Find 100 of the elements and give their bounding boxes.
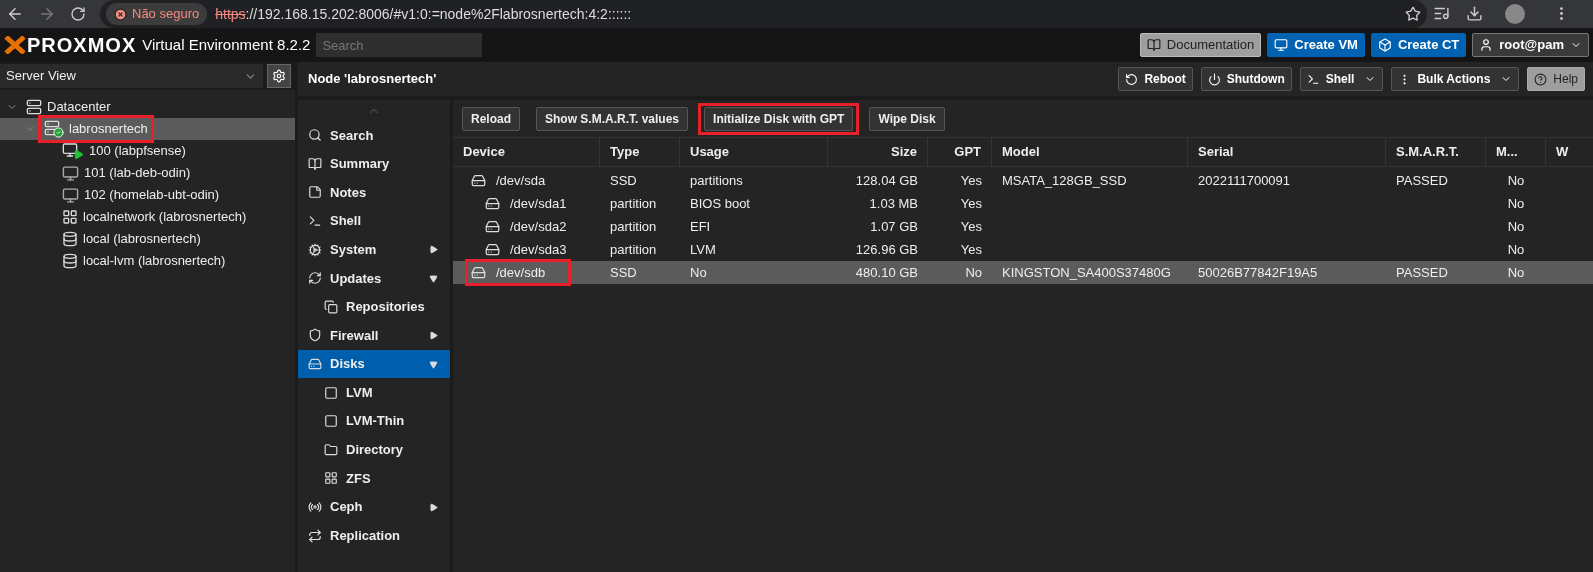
column-header[interactable]: M... [1486, 138, 1546, 166]
header-button[interactable]: Create CT [1370, 33, 1467, 57]
reload-icon[interactable] [70, 6, 86, 22]
table-cell: partition [610, 195, 657, 211]
nav-item[interactable]: LVM-Thin [298, 406, 450, 436]
toolbar-button[interactable]: Reload [462, 106, 520, 131]
tree-item[interactable]: Datacenter [0, 96, 295, 118]
nav-item[interactable]: ZFS [298, 464, 450, 493]
column-header[interactable]: W [1546, 138, 1593, 166]
nav-label: ZFS [346, 469, 371, 488]
header-button[interactable]: Documentation [1139, 33, 1262, 57]
search-field[interactable]: Search [316, 33, 483, 57]
table-row[interactable]: /dev/sda1 partition BIOS boot 1.03 MB Yes No [453, 192, 1593, 215]
monitor-icon [1274, 38, 1289, 52]
column-header[interactable]: GPT [928, 138, 992, 166]
avatar-icon[interactable] [1505, 4, 1525, 24]
view-selector[interactable]: Server View [0, 64, 263, 88]
header-button[interactable]: Create VM [1267, 33, 1365, 57]
nav-item[interactable]: LVM [298, 378, 450, 407]
nav-item[interactable]: Ceph [298, 492, 450, 522]
nav-item[interactable]: Directory [298, 435, 450, 465]
column-header[interactable]: Serial [1188, 138, 1386, 166]
tree-item[interactable]: local-lvm (labrosnertech) [0, 250, 295, 272]
nav-item[interactable]: System [298, 235, 450, 264]
nav-item[interactable]: Search [298, 121, 450, 150]
action-button[interactable]: Help [1527, 67, 1585, 91]
table-cell: No [965, 264, 982, 280]
nav-item[interactable]: Updates [298, 263, 450, 293]
nav-label: Directory [346, 441, 404, 460]
nav-item[interactable]: Shell [298, 206, 450, 236]
column-header[interactable]: Type [600, 138, 680, 166]
tree-label: Datacenter [47, 98, 111, 117]
table-cell: 1.07 GB [870, 218, 918, 234]
table-row[interactable]: /dev/sda2 partition EFI 1.07 GB Yes No [453, 215, 1593, 238]
database-icon [62, 231, 78, 247]
back-icon[interactable] [6, 5, 24, 23]
caret-icon[interactable] [429, 502, 438, 512]
tree-item[interactable]: 102 (homelab-ubt-odin) [0, 184, 295, 206]
nav-label: Shell [330, 212, 362, 231]
nav-item[interactable]: Repositories [298, 292, 450, 322]
table-row[interactable]: /dev/sdb SSD No 480.10 GB No KINGSTON_SA400S37480G 50026B77842F19A5 PASSED No [453, 261, 1593, 284]
column-header[interactable]: Model [992, 138, 1188, 166]
tree-item[interactable]: local (labrosnertech) [0, 228, 295, 250]
monitor-icon [62, 186, 79, 204]
tree-label: 102 (homelab-ubt-odin) [84, 186, 220, 205]
grid-icon [62, 209, 78, 225]
nav-item[interactable]: Disks [298, 349, 450, 379]
nav-item[interactable]: Replication [298, 521, 450, 550]
action-button[interactable]: Shutdown [1200, 67, 1292, 91]
nav-item[interactable]: Notes [298, 178, 450, 207]
table-cell: 1.03 MB [869, 195, 918, 211]
table-cell: PASSED [1396, 264, 1448, 280]
user-icon [1479, 38, 1494, 52]
caret-icon[interactable] [429, 273, 438, 283]
header-button[interactable]: root@pam [1472, 33, 1589, 57]
column-header[interactable]: S.M.A.R.T. [1386, 138, 1486, 166]
action-button[interactable]: Shell [1299, 67, 1384, 91]
address-bar[interactable]: Não seguro https://192.168.15.202:8006/#v1:0:=node%2Flabrosnertech:4:2:::::: [100, 0, 1427, 28]
table-cell: partitions [690, 172, 743, 188]
tree-item[interactable]: labrosnertech [0, 118, 295, 140]
nav-label: System [330, 240, 377, 259]
column-header[interactable]: Device [453, 138, 600, 166]
nav-label: Repositories [346, 298, 425, 317]
table-cell: Yes [960, 195, 982, 211]
forward-icon[interactable] [38, 5, 56, 23]
nav-label: Search [330, 126, 374, 145]
product-version: Virtual Environment 8.2.2 [142, 34, 311, 55]
copy-icon [324, 299, 338, 314]
caret-icon[interactable] [429, 245, 438, 255]
column-header[interactable]: Usage [680, 138, 828, 166]
table-row[interactable]: /dev/sda SSD partitions 128.04 GB Yes MSATA_128GB_SSD 2022111700091 PASSED No [453, 169, 1593, 192]
table-cell-text: /dev/sda1 [510, 194, 568, 213]
nav-item[interactable]: Firewall [298, 321, 450, 350]
cube-icon [1377, 38, 1392, 52]
note-icon [308, 185, 322, 200]
table-cell: 50026B77842F19A5 [1198, 264, 1318, 280]
media-icon[interactable] [1433, 5, 1450, 22]
toolbar-button[interactable]: Initialize Disk with GPT [704, 106, 854, 131]
download-icon[interactable] [1466, 5, 1483, 22]
tree-item[interactable]: localnetwork (labrosnertech) [0, 206, 295, 228]
gears-icon [308, 242, 322, 257]
action-button[interactable]: Reboot [1118, 67, 1193, 91]
tree-item[interactable]: 100 (labpfsense) [0, 140, 295, 162]
caret-icon[interactable] [429, 330, 438, 340]
nav-item[interactable]: Summary [298, 149, 450, 179]
tree-label: local-lvm (labrosnertech) [83, 252, 226, 271]
table-cell: SSD [610, 264, 637, 280]
tree-item[interactable]: 101 (lab-deb-odin) [0, 162, 295, 184]
table-row[interactable]: /dev/sda3 partition LVM 126.96 GB Yes No [453, 238, 1593, 261]
undo-icon [1125, 72, 1139, 86]
column-header[interactable]: Size [828, 138, 928, 166]
settings-button[interactable] [267, 64, 291, 88]
security-chip[interactable]: Não seguro [106, 3, 208, 25]
toolbar-button[interactable]: Wipe Disk [869, 106, 945, 131]
server-rack-icon [26, 99, 42, 115]
table-cell-text: /dev/sda3 [510, 240, 568, 259]
bookmark-icon[interactable] [1405, 6, 1421, 22]
toolbar-button[interactable]: Show S.M.A.R.T. values [536, 106, 689, 131]
action-button[interactable]: Bulk Actions [1391, 67, 1520, 91]
shield-icon [308, 328, 322, 343]
